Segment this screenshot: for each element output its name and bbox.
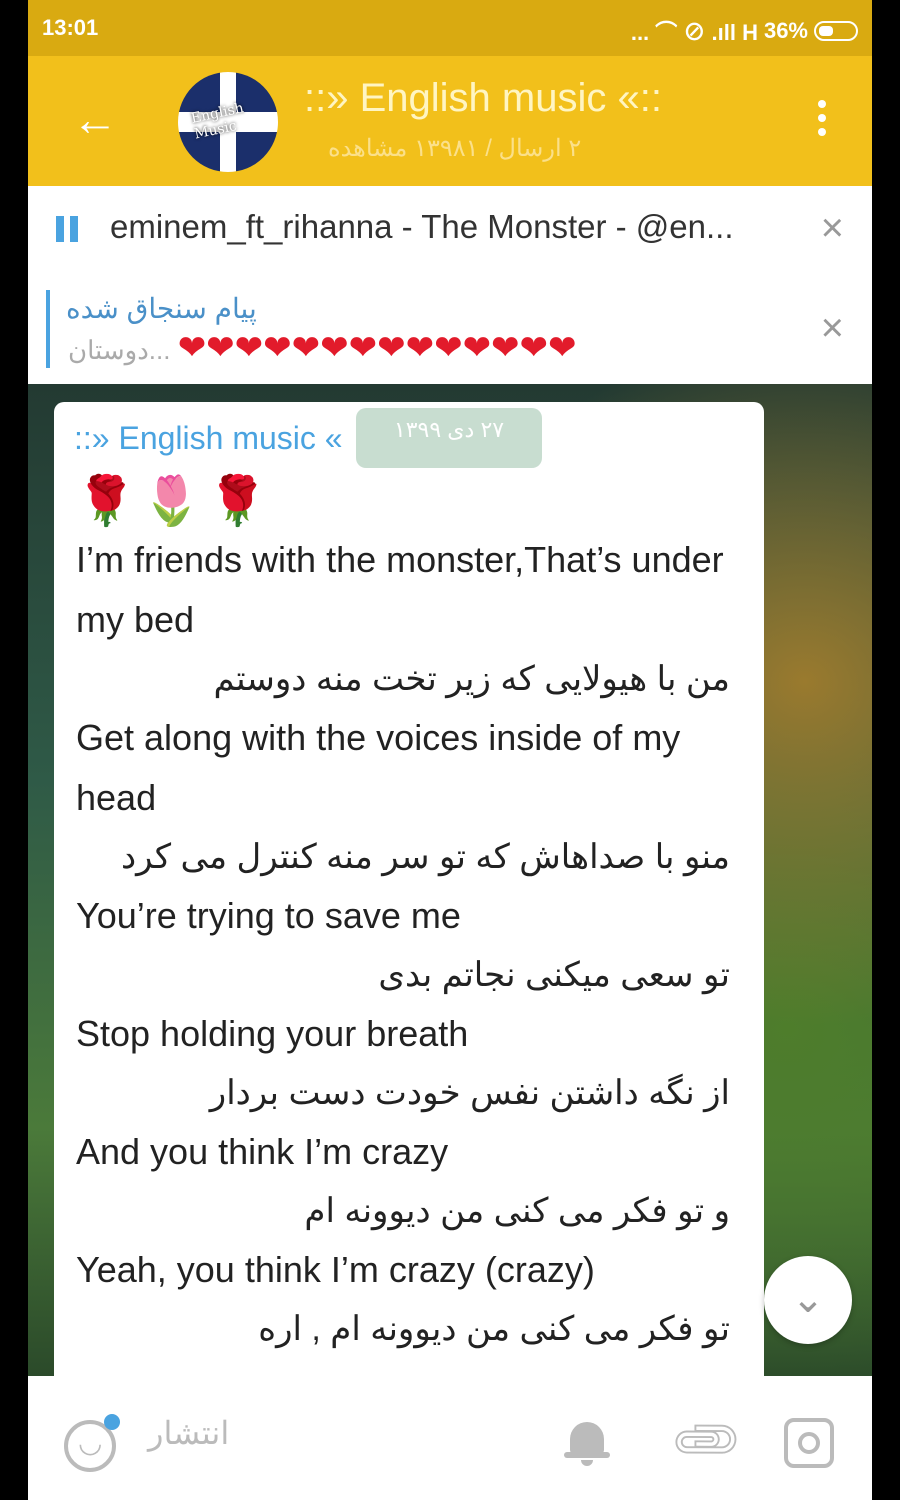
bottom-bar: انتشار 📎︎ [28,1376,872,1500]
battery-percent: 36% [763,18,808,43]
lyric-line-persian: از نگه داشتن نفس خودت دست بردار [209,1074,730,1112]
message-text: I’m friends with the monster,That’s unde… [76,530,732,1358]
message-sender[interactable]: ::» English music « [74,420,343,457]
lyric-line-persian: تو فکر می کنی من دیوونه ام , اره [258,1310,730,1348]
app-window: 13:01 ... ⌒ ⊘ .ıll H 36% ← English Music… [28,0,872,1500]
pinned-message[interactable]: پیام سنجاق شده دوستان... ❤❤❤❤❤❤❤❤❤❤❤❤❤❤ … [28,276,872,384]
lyric-line-persian: و تو فکر می کنی من دیوونه ام [304,1192,730,1230]
close-pinned-icon[interactable]: × [821,308,844,348]
broadcast-label[interactable]: انتشار [148,1414,229,1452]
track-title[interactable]: eminem_ft_rihanna - The Monster - @en... [110,208,734,246]
channel-title[interactable]: ::» English music «:: [304,76,662,121]
camera-icon[interactable] [784,1418,834,1468]
channel-subtitle: ۲ ارسال / ۱۳۹۸۱ مشاهده [328,135,582,162]
lyric-line-english: You’re trying to save me [76,895,461,936]
channel-avatar[interactable]: English Music [178,72,278,172]
paperclip-icon[interactable]: 📎︎ [665,1399,748,1482]
avatar-logo-text: English Music [189,100,246,143]
signal-indicators: ... ⌒ ⊘ .ıll H [630,20,758,45]
arrow-left-icon[interactable]: ← [72,96,118,142]
lyric-line-persian: منو با صداهاش که تو سر منه کنترل می کرد [120,838,730,876]
lyric-line-english: Yeah, you think I’m crazy (crazy) [76,1249,595,1290]
date-badge: ۲۷ دی ۱۳۹۹ [356,408,542,468]
status-indicators: ... ⌒ ⊘ .ıll H 36% [631,15,858,47]
lyric-line-persian: تو سعی میکنی نجاتم بدی [378,956,730,994]
lyric-line-english: Stop holding your breath [76,1013,469,1054]
bell-icon[interactable] [564,1416,610,1466]
lyric-line-english: And you think I’m crazy [76,1131,449,1172]
pinned-title: پیام سنجاق شده [66,293,257,324]
notification-dot [104,1414,120,1430]
pinned-indicator-bar [46,290,50,368]
pause-icon[interactable] [54,216,80,242]
roses-emoji: 🌹🌷🌹 [76,475,274,528]
close-icon[interactable]: × [821,208,844,248]
lyric-line-persian: من با هیولایی که زیر تخت منه دوستم [213,660,730,698]
chat-header: ← English Music ::» English music «:: ۲ … [28,56,872,186]
more-vertical-icon[interactable] [818,100,826,142]
message-bubble[interactable]: ::» English music « ۲۷ دی ۱۳۹۹ 🌹🌷🌹 I’m f… [54,402,764,1392]
pinned-hearts: ❤❤❤❤❤❤❤❤❤❤❤❤❤❤ [177,329,579,367]
lyric-line-english: I’m friends with the monster,That’s unde… [76,539,724,640]
battery-icon [814,21,858,41]
pinned-preview: دوستان... ❤❤❤❤❤❤❤❤❤❤❤❤❤❤ [68,328,579,368]
chat-area[interactable]: ::» English music « ۲۷ دی ۱۳۹۹ 🌹🌷🌹 I’m f… [28,384,872,1392]
lyric-line-english: Get along with the voices inside of my h… [76,717,681,818]
pinned-preview-text: دوستان... [68,335,171,365]
scroll-down-button[interactable]: ⌄ [764,1256,852,1344]
audio-player-bar[interactable]: eminem_ft_rihanna - The Monster - @en...… [28,186,872,277]
status-time: 13:01 [42,15,99,40]
status-bar: 13:01 ... ⌒ ⊘ .ıll H 36% [28,0,872,56]
